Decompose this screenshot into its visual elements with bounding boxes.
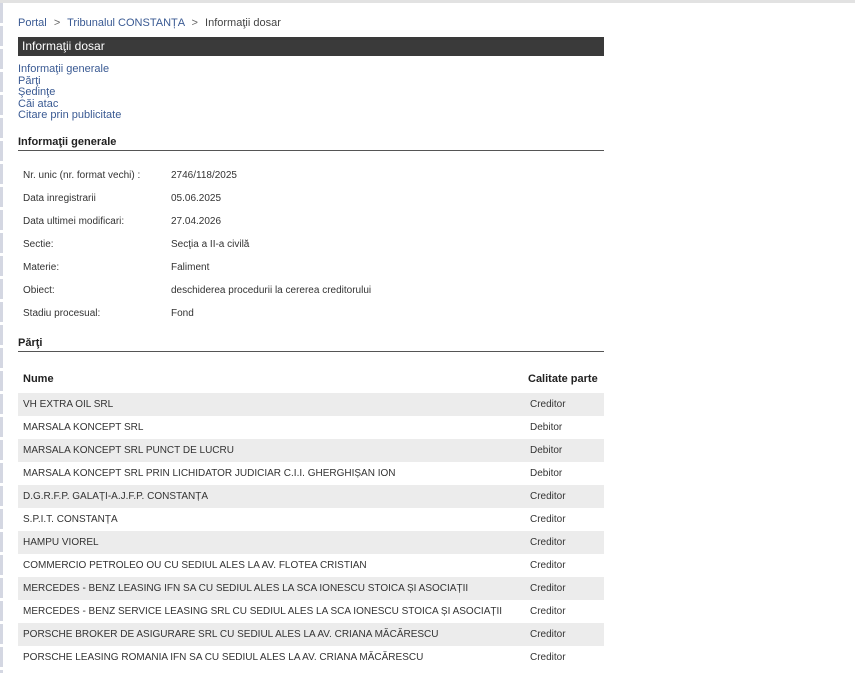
breadcrumb-court-link[interactable]: Tribunalul CONSTANȚA: [67, 17, 184, 29]
info-row: Materie: Faliment: [18, 256, 371, 279]
party-name: HAMPU VIOREL: [18, 530, 528, 554]
party-name: MERCEDES - BENZ LEASING IFN SA CU SEDIUL…: [18, 576, 528, 600]
info-row: Data ultimei modificari: 27.04.2026: [18, 210, 371, 233]
info-row: Stadiu procesual: Fond: [18, 302, 371, 325]
nav-link-informatii-generale[interactable]: Informaţii generale: [18, 63, 604, 76]
table-row: HAMPU VIOREL Creditor: [18, 530, 604, 554]
party-name: PORSCHE BROKER DE ASIGURARE SRL CU SEDIU…: [18, 622, 528, 646]
party-role: Creditor: [528, 530, 604, 554]
info-row: Nr. unic (nr. format vechi) : 2746/118/20…: [18, 164, 371, 187]
party-name: MARSALA KONCEPT SRL: [23, 421, 144, 433]
breadcrumb-separator: >: [53, 17, 61, 29]
page: Portal > Tribunalul CONSTANȚA > Informaţ…: [0, 0, 855, 673]
section-nav: Informaţii generale Părţi Şedinţe Căi at…: [18, 63, 604, 122]
party-name: PORSCHE LEASING ROMANIA IFN SA CU SEDIUL…: [23, 651, 424, 663]
party-role: Creditor: [528, 576, 604, 600]
main-content: Portal > Tribunalul CONSTANȚA > Informaţ…: [18, 17, 604, 669]
party-role: Debitor: [530, 421, 563, 433]
table-row: PORSCHE BROKER DE ASIGURARE SRL CU SEDIU…: [18, 622, 604, 646]
party-role: Debitor: [530, 467, 563, 479]
breadcrumb-portal-link[interactable]: Portal: [18, 17, 47, 29]
party-role: Creditor: [530, 605, 566, 617]
party-name: COMMERCIO PETROLEO OU CU SEDIUL ALES LA …: [23, 559, 367, 571]
party-name: VH EXTRA OIL SRL: [18, 392, 528, 416]
section-heading-informatii-generale: Informaţii generale: [18, 135, 604, 151]
nav-link-sedinte[interactable]: Şedinţe: [18, 86, 604, 99]
party-role: Creditor: [528, 622, 604, 646]
column-header-calitate: Calitate parte: [528, 372, 598, 385]
party-name: MARSALA KONCEPT SRL PRIN LICHIDATOR JUDI…: [23, 467, 396, 479]
info-value: 05.06.2025: [171, 192, 222, 204]
nav-link-parti[interactable]: Părţi: [18, 75, 604, 88]
table-row: MARSALA KONCEPT SRL Debitor: [18, 416, 604, 439]
party-role: Creditor: [530, 559, 566, 571]
info-row: Obiect: deschiderea procedurii la cererea…: [18, 279, 371, 302]
party-name: MERCEDES - BENZ SERVICE LEASING SRL CU S…: [23, 605, 503, 617]
page-title: Informaţii dosar: [18, 37, 604, 56]
table-row: D.G.R.F.P. GALAȚI-A.J.F.P. CONSTANȚA Cred…: [18, 484, 604, 508]
info-value: Fond: [171, 307, 194, 319]
left-rail: [0, 3, 3, 673]
info-value: 2746/118/2025: [171, 169, 237, 181]
info-label: Obiect:: [23, 284, 55, 296]
party-name: MARSALA KONCEPT SRL PUNCT DE LUCRU: [18, 438, 528, 462]
info-label: Data inregistrarii: [23, 192, 96, 204]
breadcrumb-separator: >: [191, 17, 198, 29]
party-name: S.P.I.T. CONSTANȚA: [23, 513, 118, 525]
breadcrumb-current: Informaţii dosar: [205, 17, 281, 29]
party-name: D.G.R.F.P. GALAȚI-A.J.F.P. CONSTANȚA: [18, 484, 528, 508]
info-value: Faliment: [171, 261, 210, 273]
info-label: Sectie:: [23, 238, 54, 250]
party-role: Creditor: [528, 392, 604, 416]
table-row: MARSALA KONCEPT SRL PRIN LICHIDATOR JUDI…: [18, 462, 604, 485]
info-label: Nr. unic (nr. format vechi) :: [23, 169, 141, 181]
party-role: Creditor: [528, 484, 604, 508]
info-row: Sectie: Secţia a II-a civilă: [18, 233, 371, 256]
breadcrumb: Portal > Tribunalul CONSTANȚA > Informaţ…: [18, 17, 604, 29]
table-row: S.P.I.T. CONSTANȚA Creditor: [18, 508, 604, 531]
section-heading-parti: Părţi: [18, 336, 604, 352]
table-row: MERCEDES - BENZ LEASING IFN SA CU SEDIUL…: [18, 576, 604, 600]
info-value: 27.04.2026: [171, 215, 222, 227]
party-role: Creditor: [530, 513, 566, 525]
table-row: MERCEDES - BENZ SERVICE LEASING SRL CU S…: [18, 600, 604, 623]
top-divider: [0, 0, 855, 3]
parti-table: Nume Calitate parte VH EXTRA OIL SRL Cred…: [18, 365, 604, 669]
general-info-table: Nr. unic (nr. format vechi) : 2746/118/20…: [18, 164, 371, 325]
table-row: PORSCHE LEASING ROMANIA IFN SA CU SEDIUL…: [18, 646, 604, 669]
info-value: Secţia a II-a civilă: [171, 238, 250, 250]
column-header-nume: Nume: [23, 372, 54, 385]
info-row: Data inregistrarii 05.06.2025: [18, 187, 371, 210]
table-row: MARSALA KONCEPT SRL PUNCT DE LUCRU Debito…: [18, 438, 604, 462]
party-role: Creditor: [530, 651, 566, 663]
info-label: Data ultimei modificari:: [23, 215, 125, 227]
party-role: Debitor: [528, 438, 604, 462]
info-label: Stadiu procesual:: [23, 307, 101, 319]
info-value: deschiderea procedurii la cererea credit…: [171, 284, 372, 296]
table-row: VH EXTRA OIL SRL Creditor: [18, 392, 604, 416]
table-header-row: Nume Calitate parte: [18, 365, 604, 393]
nav-link-citare-publicitate[interactable]: Citare prin publicitate: [18, 109, 604, 122]
table-row: COMMERCIO PETROLEO OU CU SEDIUL ALES LA …: [18, 554, 604, 577]
info-label: Materie:: [23, 261, 60, 273]
